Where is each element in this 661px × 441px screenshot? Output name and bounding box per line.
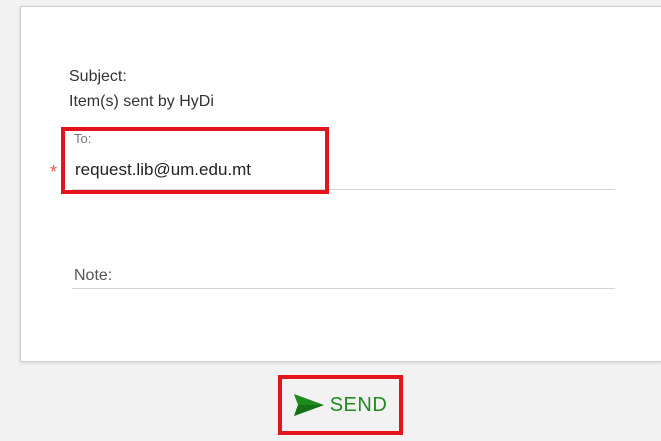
page: Subject: Item(s) sent by HyDi To: * Note…	[0, 0, 661, 441]
email-form-card: Subject: Item(s) sent by HyDi To: * Note…	[20, 6, 661, 362]
to-field-underline	[72, 189, 615, 190]
required-star-icon: *	[50, 162, 58, 182]
note-field-underline	[72, 288, 615, 289]
send-button-label: SEND	[329, 393, 388, 416]
to-email-input[interactable]	[75, 157, 615, 183]
note-input[interactable]	[72, 261, 615, 287]
paper-plane-icon	[293, 394, 324, 416]
subject-value: Item(s) sent by HyDi	[69, 93, 214, 110]
to-label: To:	[74, 131, 92, 146]
subject-label: Subject:	[69, 68, 127, 85]
send-button[interactable]: SEND	[278, 375, 403, 435]
